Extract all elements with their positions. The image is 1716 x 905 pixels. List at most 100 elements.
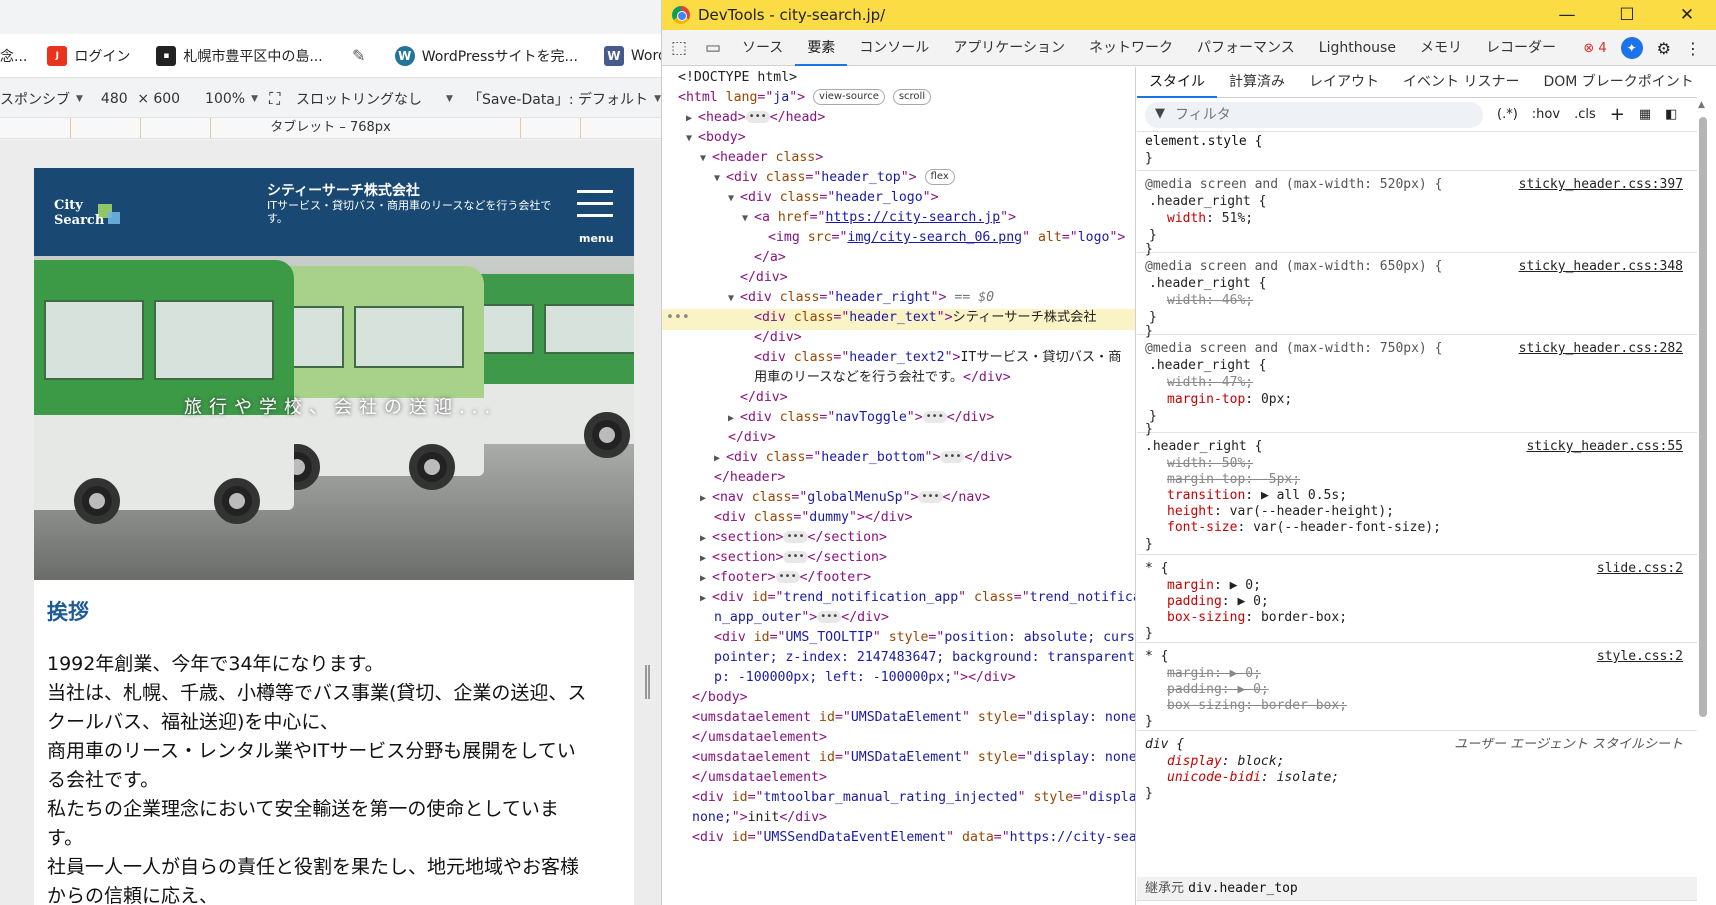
tab-computed[interactable]: 計算済み (1217, 67, 1297, 98)
css-declaration[interactable]: transition: ▶ all 0.5s; (1167, 487, 1347, 504)
menu-button[interactable]: menu (577, 190, 617, 250)
row-menu-dots[interactable]: ••• (666, 307, 690, 328)
savedata-select[interactable]: 「Save-Data」: デフォルト ▼ (468, 89, 661, 109)
css-declaration[interactable]: padding: ▶ 0; (1167, 681, 1269, 698)
css-declaration[interactable]: width: 47%; (1167, 374, 1253, 391)
bookmark-sapporo[interactable]: ▪ 札幌市豊平区中の島... (156, 45, 323, 66)
gear-icon[interactable]: ⚙ (1657, 39, 1671, 58)
dom-header-text2[interactable]: <div class="header_text2">ITサービス・貸切バス・商 (754, 347, 1121, 368)
tab-memory[interactable]: メモリ (1408, 30, 1474, 66)
sidebar-toggle-icon[interactable]: ◧ (1665, 107, 1677, 122)
maximize-button[interactable]: ☐ (1597, 0, 1657, 30)
tab-sources[interactable]: ソース (730, 30, 795, 66)
expand-arrow-icon[interactable]: ▶ (714, 448, 726, 469)
tab-console[interactable]: コンソール (847, 30, 941, 66)
dom-trend-app[interactable]: ▶ <div id="trend_notification_app" class=… (700, 587, 1135, 608)
class-toggle[interactable]: .cls (1574, 107, 1596, 122)
dom-umsdata[interactable]: <umsdataelement id="UMSDataElement" styl… (692, 747, 1135, 768)
collapse-arrow-icon[interactable]: ▼ (742, 208, 754, 229)
dom-umsdata-close[interactable]: </umsdataelement> (692, 727, 827, 748)
css-declaration[interactable]: width: 50%; (1167, 455, 1253, 472)
device-toolbar-icon[interactable]: ▭ (696, 38, 730, 58)
bookmark-cut[interactable]: 念... (0, 46, 27, 66)
source-link[interactable]: sticky_header.css:282 (1519, 340, 1683, 357)
scrollbar-thumb[interactable] (1699, 117, 1707, 717)
collapse-arrow-icon[interactable]: ▼ (700, 148, 712, 169)
dom-header-text2-cont[interactable]: 用車のリースなどを行う会社です。</div> (754, 367, 1011, 388)
bookmark-wordpress-2[interactable]: W Wordpress (603, 45, 661, 66)
dom-ums-tooltip-cont2[interactable]: p: -100000px; left: -100000px;"></div> (714, 667, 1016, 688)
dom-header-bottom[interactable]: ▶ <div class="header_bottom"> ••• </div> (714, 447, 1012, 468)
scroll-up-icon[interactable]: ▲ (1698, 100, 1705, 110)
dom-html[interactable]: <html lang="ja"> view-source scroll (678, 87, 932, 108)
css-declaration[interactable]: padding: ▶ 0; (1167, 593, 1269, 610)
more-vertical-icon[interactable]: ⋮ (1685, 39, 1701, 58)
css-declaration[interactable]: margin: ▶ 0; (1167, 577, 1261, 594)
tab-styles[interactable]: スタイル (1137, 67, 1217, 98)
dom-umsdata[interactable]: <umsdataelement id="UMSDataElement" styl… (692, 707, 1135, 728)
dom-img[interactable]: <img src="img/city-search_06.png" alt="l… (768, 227, 1125, 248)
source-link[interactable]: sticky_header.css:397 (1519, 176, 1683, 193)
dom-ums-send[interactable]: <div id="UMSSendDataEventElement" data="… (692, 827, 1135, 848)
media-query-ruler[interactable]: タブレット – 768px (0, 117, 661, 139)
flex-badge[interactable]: flex (924, 169, 955, 185)
css-declaration[interactable]: margin: ▶ 0; (1167, 665, 1261, 682)
expand-arrow-icon[interactable]: ▶ (700, 528, 712, 549)
close-button[interactable]: ✕ (1657, 0, 1716, 30)
tab-performance[interactable]: パフォーマンス (1185, 30, 1307, 66)
dom-div-close[interactable]: </div> (728, 427, 776, 448)
expand-arrow-icon[interactable]: ▶ (700, 488, 712, 509)
inspect-element-icon[interactable]: ⬚ (662, 38, 696, 58)
regex-toggle[interactable]: (.*) (1497, 107, 1518, 122)
dom-anchor-close[interactable]: </a> (754, 247, 786, 268)
css-declaration[interactable]: height: var(--header-height); (1167, 503, 1394, 520)
styles-filter-input[interactable] (1145, 101, 1483, 128)
dom-header-close[interactable]: </header> (714, 467, 785, 488)
dom-footer[interactable]: ▶ <footer> ••• </footer> (700, 567, 871, 588)
source-link[interactable]: sticky_header.css:348 (1519, 258, 1683, 275)
css-declaration[interactable]: font-size: var(--header-font-size); (1167, 519, 1441, 536)
tab-dom-breakpoints[interactable]: DOM ブレークポイント (1531, 67, 1697, 98)
hover-state-toggle[interactable]: :hov (1532, 107, 1560, 122)
source-link[interactable]: slide.css:2 (1597, 560, 1683, 577)
expand-arrow-icon[interactable]: ▶ (700, 548, 712, 569)
expand-arrow-icon[interactable]: ▶ (686, 108, 698, 129)
css-declaration[interactable]: width: 51%; (1167, 210, 1253, 227)
tab-recorder[interactable]: レコーダー (1474, 30, 1568, 66)
dom-ums-tooltip-cont[interactable]: pointer; z-index: 2147483647; background… (714, 647, 1135, 668)
source-link[interactable]: style.css:2 (1597, 648, 1683, 665)
dom-dummy[interactable]: <div class="dummy"></div> (714, 507, 913, 528)
dom-tmtoolbar[interactable]: <div id="tmtoolbar_manual_rating_injecte… (692, 787, 1135, 808)
dom-header-logo[interactable]: ▼ <div class="header_logo"> (728, 187, 939, 208)
width-input[interactable]: 480 (101, 91, 137, 107)
css-declaration[interactable]: box-sizing: border-box; (1167, 697, 1347, 714)
tab-event-listeners[interactable]: イベント リスナー (1391, 67, 1531, 98)
bookmark-login[interactable]: J ログイン (47, 45, 130, 66)
css-declaration[interactable]: margin-top: 0px; (1167, 391, 1292, 408)
scroll-badge[interactable]: scroll (892, 89, 932, 105)
screenshot-icon[interactable]: ⛶ (269, 89, 288, 109)
minimize-button[interactable]: — (1537, 0, 1597, 30)
tab-lighthouse[interactable]: Lighthouse (1307, 30, 1408, 66)
tab-application[interactable]: アプリケーション (941, 30, 1077, 66)
dom-umsdata-close[interactable]: </umsdataelement> (692, 767, 827, 788)
dom-body-close[interactable]: </body> (692, 687, 748, 708)
bookmark-pen[interactable]: ✎ (349, 46, 369, 66)
dom-tmtoolbar-cont[interactable]: none;">init</div> (692, 807, 827, 828)
dom-doctype[interactable]: <!DOCTYPE html> (678, 67, 797, 88)
add-rule-icon[interactable]: + (1610, 104, 1625, 125)
paint-icon[interactable]: ▦ (1639, 107, 1651, 122)
rule-selector[interactable]: .header_right { (1149, 275, 1266, 292)
device-select[interactable]: スポンシブ ▼ (0, 89, 83, 109)
view-source-badge[interactable]: view-source (813, 89, 885, 105)
rule-selector[interactable]: * { (1145, 648, 1168, 665)
dom-header[interactable]: ▼ <header class> (700, 147, 823, 168)
dom-div-close[interactable]: </div> (740, 387, 788, 408)
tab-network[interactable]: ネットワーク (1077, 30, 1185, 66)
inherited-selector[interactable]: div.header_top (1188, 881, 1298, 896)
dom-trend-app-cont[interactable]: n_app_outer"> ••• </div> (714, 607, 889, 628)
tab-elements[interactable]: 要素 (795, 30, 848, 66)
collapse-arrow-icon[interactable]: ▼ (728, 188, 740, 209)
css-declaration[interactable]: box-sizing: border-box; (1167, 609, 1347, 626)
dom-anchor[interactable]: ▼ <a href="https://city-search.jp"> (742, 207, 1016, 228)
